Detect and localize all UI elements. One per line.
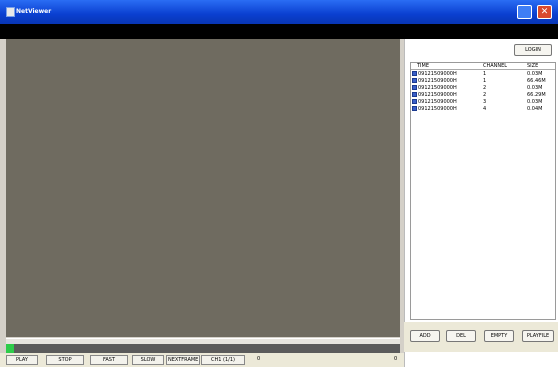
file-list-header: TIME CHANNEL SIZE [411,63,555,70]
status-right: 0 [394,356,398,362]
file-time: 09121509000H [418,85,457,91]
file-icon [412,92,417,97]
video-display [6,39,400,337]
timeline-knob[interactable] [6,344,14,353]
empty-button[interactable]: EMPTY [484,330,514,342]
file-size: 66.29M [527,92,546,98]
nextframe-button[interactable]: NEXTFRAME [166,355,200,365]
title-bar: NetViewer ✕ [0,0,558,24]
file-icon [412,85,417,90]
file-size: 0.04M [527,106,543,112]
header-size[interactable]: SIZE [527,63,538,69]
file-size: 0.03M [527,71,543,77]
file-row[interactable]: 09121509000H 4 0.04M [411,106,555,112]
file-row[interactable]: 09121509000H 1 0.03M [411,71,555,77]
login-button[interactable]: LOGIN [514,44,552,56]
file-actions: ADD DEL EMPTY PLAYFILE [404,322,558,352]
file-time: 09121509000H [418,92,457,98]
minimize-button[interactable] [517,5,532,19]
file-row[interactable]: 09121509000H 2 0.03M [411,85,555,91]
file-row[interactable]: 09121509000H 1 66.46M [411,78,555,84]
file-icon [412,78,417,83]
add-button[interactable]: ADD [410,330,440,342]
file-time: 09121509000H [418,71,457,77]
del-button[interactable]: DEL [446,330,476,342]
file-icon [412,106,417,111]
file-channel: 3 [483,99,487,105]
header-time[interactable]: TIME [417,63,429,69]
timeline-slider[interactable] [6,344,400,353]
slow-button[interactable]: SLOW [132,355,164,365]
file-icon [412,99,417,104]
status-left: 0 [257,356,261,362]
file-row[interactable]: 09121509000H 2 66.29M [411,92,555,98]
file-time: 09121509000H [418,78,457,84]
file-size: 0.03M [527,85,543,91]
file-list[interactable]: TIME CHANNEL SIZE 09121509000H 1 0.03M 0… [410,62,556,320]
file-icon [412,71,417,76]
app-icon [6,7,15,17]
file-channel: 1 [483,78,487,84]
top-band [0,24,558,39]
close-button[interactable]: ✕ [537,5,552,19]
file-channel: 2 [483,85,487,91]
window-title: NetViewer [16,8,52,15]
control-bar: PLAY STOP FAST SLOW NEXTFRAME CH1 (1/1) … [0,353,404,367]
file-size: 66.46M [527,78,546,84]
channel-select[interactable]: CH1 (1/1) [201,355,245,365]
file-row[interactable]: 09121509000H 3 0.03M [411,99,555,105]
file-size: 0.03M [527,99,543,105]
fast-button[interactable]: FAST [90,355,128,365]
stop-button[interactable]: STOP [46,355,84,365]
file-channel: 2 [483,92,487,98]
file-channel: 1 [483,71,487,77]
file-time: 09121509000H [418,106,457,112]
play-button[interactable]: PLAY [6,355,38,365]
playfile-button[interactable]: PLAYFILE [522,330,554,342]
file-time: 09121509000H [418,99,457,105]
file-channel: 4 [483,106,487,112]
header-channel[interactable]: CHANNEL [483,63,507,69]
